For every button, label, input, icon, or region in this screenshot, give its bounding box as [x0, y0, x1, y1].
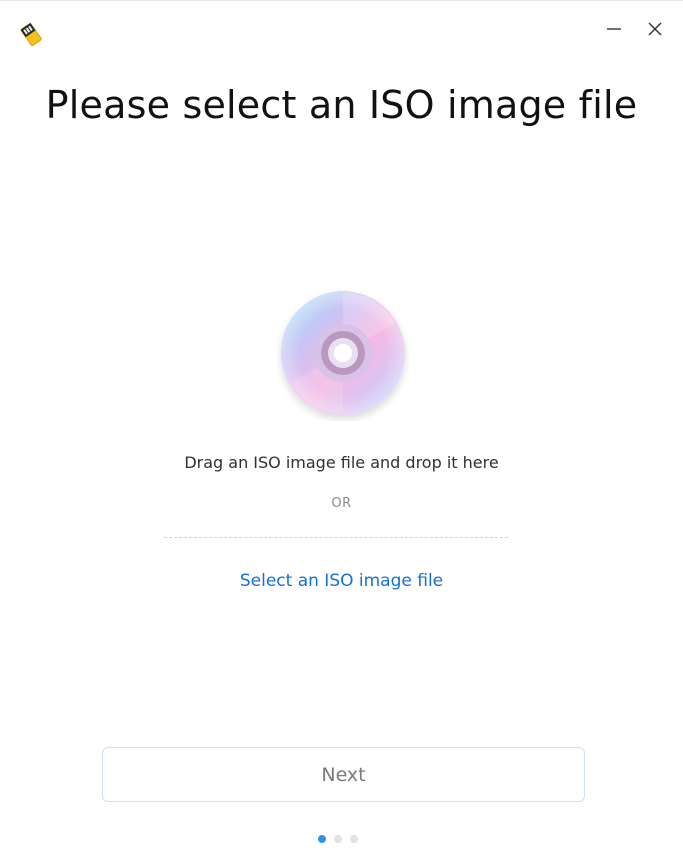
step-dot-2	[334, 835, 342, 843]
usb-drive-icon	[16, 19, 48, 49]
minimize-icon	[605, 20, 623, 42]
page-title: Please select an ISO image file	[45, 83, 638, 127]
main-window: Please select an ISO image file Drag an …	[0, 0, 683, 858]
title-bar[interactable]	[0, 1, 683, 61]
minimize-button[interactable]	[598, 15, 630, 47]
iso-drop-zone[interactable]: Drag an ISO image file and drop it here …	[140, 271, 543, 611]
step-dot-3	[350, 835, 358, 843]
drag-drop-hint: Drag an ISO image file and drop it here	[184, 453, 499, 472]
select-iso-link[interactable]: Select an ISO image file	[140, 571, 543, 591]
close-icon	[646, 20, 664, 42]
next-button[interactable]: Next	[102, 747, 585, 802]
step-dot-1	[318, 835, 326, 843]
dashed-divider	[164, 537, 508, 538]
step-indicator	[318, 833, 366, 845]
or-separator-label: OR	[331, 496, 352, 511]
close-button[interactable]	[639, 15, 671, 47]
disc-icon	[277, 289, 409, 421]
